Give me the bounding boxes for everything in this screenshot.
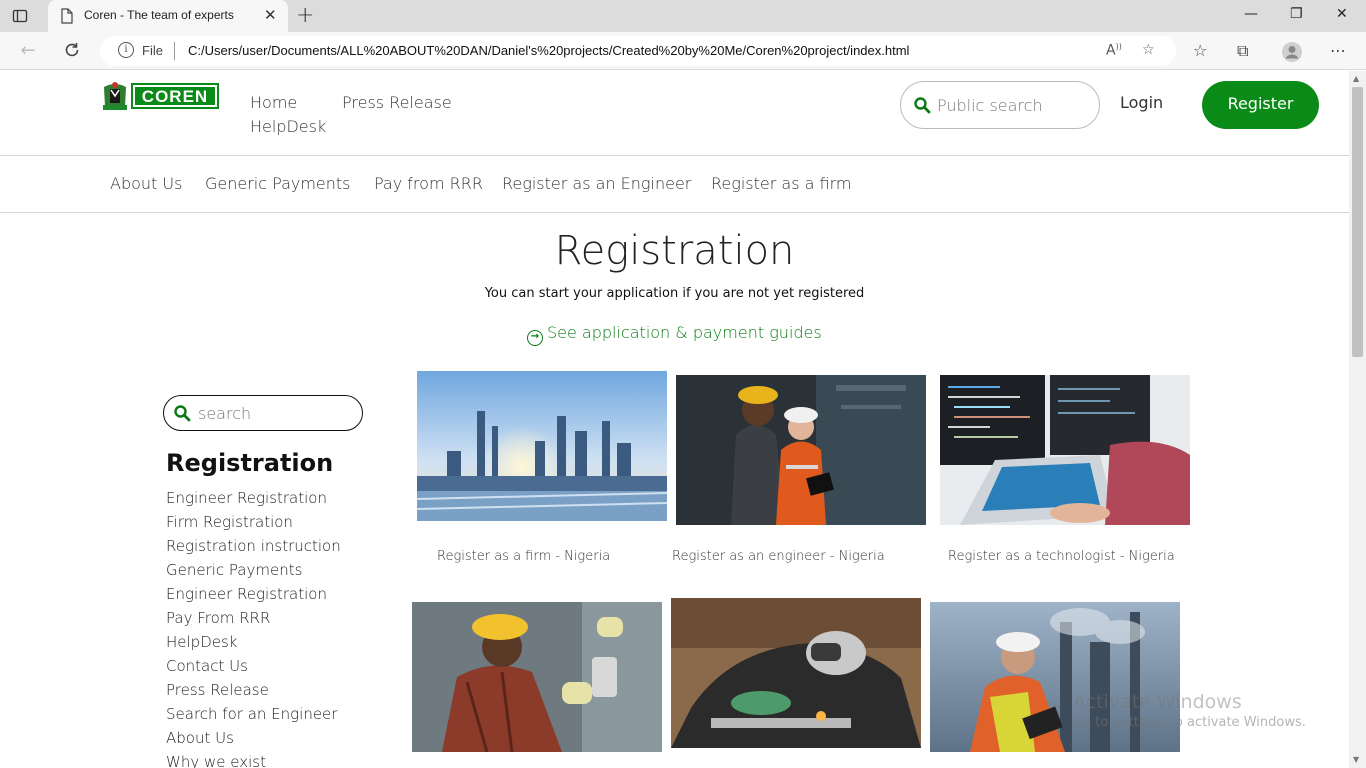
- subnav-divider: [0, 212, 1349, 213]
- browser-tab-bar: Coren - The team of experts ✕ + — ❐ ✕: [0, 0, 1366, 32]
- subnav-generic-payments[interactable]: Generic Payments: [205, 174, 351, 193]
- close-tab-icon[interactable]: ✕: [264, 7, 277, 23]
- electrician-photo[interactable]: [412, 602, 662, 752]
- tab-title: Coren - The team of experts: [84, 8, 234, 22]
- laptop-code-photo[interactable]: [940, 375, 1190, 525]
- sidebar-item-about-us[interactable]: About Us: [166, 729, 341, 753]
- nav-helpdesk[interactable]: HelpDesk: [250, 117, 326, 136]
- svg-text:COREN: COREN: [142, 87, 208, 106]
- card-caption-firm[interactable]: Register as a firm - Nigeria: [437, 549, 610, 564]
- sidebar-item-helpdesk[interactable]: HelpDesk: [166, 633, 341, 657]
- nav-home[interactable]: Home: [250, 93, 297, 112]
- new-tab-icon[interactable]: +: [296, 5, 314, 27]
- search-icon: [173, 404, 191, 426]
- guides-link[interactable]: → See application & payment guides: [527, 323, 822, 346]
- refinery-photo[interactable]: [417, 371, 667, 521]
- windows-activation-hint: Go to Settings to activate Windows.: [1073, 715, 1306, 730]
- scrollbar-thumb[interactable]: [1352, 87, 1363, 357]
- sidebar-item-press-release[interactable]: Press Release: [166, 681, 341, 705]
- subnav-about-us[interactable]: About Us: [110, 174, 182, 193]
- scroll-down-icon[interactable]: ▼: [1353, 755, 1359, 764]
- page-icon: [60, 8, 74, 28]
- subnav-register-engineer[interactable]: Register as an Engineer: [502, 174, 691, 193]
- engineers-factory-photo[interactable]: [676, 375, 926, 525]
- sidebar-title: Registration: [166, 449, 334, 477]
- nav-press-release[interactable]: Press Release: [342, 93, 452, 112]
- back-icon[interactable]: ←: [18, 41, 38, 61]
- sidebar-item-pay-from-rrr[interactable]: Pay From RRR: [166, 609, 341, 633]
- info-icon[interactable]: i: [118, 42, 134, 58]
- browser-toolbar: ← i File C:/Users/user/Documents/ALL%20A…: [0, 32, 1366, 70]
- sidebar-item-engineer-registration[interactable]: Engineer Registration: [166, 489, 341, 513]
- favorites-icon[interactable]: ☆: [1193, 41, 1207, 61]
- minimize-icon[interactable]: —: [1244, 6, 1258, 22]
- refresh-icon[interactable]: [62, 41, 82, 61]
- sidebar-list: Engineer Registration Firm Registration …: [166, 489, 341, 768]
- tab-actions-icon[interactable]: [12, 8, 28, 24]
- sidebar-item-firm-registration[interactable]: Firm Registration: [166, 513, 341, 537]
- web-page: COREN Home Press Release HelpDesk Login …: [0, 71, 1349, 768]
- browser-tab[interactable]: Coren - The team of experts ✕: [48, 0, 288, 32]
- register-button[interactable]: Register: [1202, 81, 1319, 129]
- page-subtitle: You can start your application if you ar…: [484, 286, 865, 301]
- welder-photo[interactable]: [671, 598, 921, 748]
- arrow-circle-right-icon: →: [527, 330, 543, 346]
- read-aloud-icon[interactable]: A)): [1106, 42, 1122, 59]
- address-url[interactable]: C:/Users/user/Documents/ALL%20ABOUT%20DA…: [188, 43, 909, 58]
- header-divider: [0, 155, 1349, 156]
- more-menu-icon[interactable]: ⋯: [1330, 41, 1346, 61]
- card-caption-engineer[interactable]: Register as an engineer - Nigeria: [672, 549, 885, 564]
- coren-logo[interactable]: COREN: [101, 81, 221, 117]
- address-separator: [174, 42, 175, 60]
- profile-avatar[interactable]: [1281, 41, 1303, 68]
- login-link[interactable]: Login: [1120, 93, 1163, 112]
- coat-of-arms-icon: [103, 82, 127, 110]
- guides-link-label: See application & payment guides: [547, 323, 822, 342]
- search-icon: [913, 96, 931, 118]
- sidebar-search-input[interactable]: [198, 402, 348, 424]
- sidebar-search-box: [163, 395, 363, 431]
- page-scrollbar[interactable]: ▲ ▼: [1349, 71, 1366, 768]
- sidebar-item-registration-instruction[interactable]: Registration instruction: [166, 537, 341, 561]
- windows-activation-watermark: Activate Windows: [1073, 691, 1242, 713]
- sidebar-item-contact-us[interactable]: Contact Us: [166, 657, 341, 681]
- address-bar[interactable]: i File C:/Users/user/Documents/ALL%20ABO…: [100, 36, 1176, 66]
- collections-icon[interactable]: ⧉: [1237, 41, 1248, 61]
- page-title: Registration: [554, 228, 795, 274]
- subnav-register-firm[interactable]: Register as a firm: [711, 174, 851, 193]
- sidebar-item-generic-payments[interactable]: Generic Payments: [166, 561, 341, 585]
- subnav-pay-from-rrr[interactable]: Pay from RRR: [374, 174, 483, 193]
- sidebar-item-search-engineer[interactable]: Search for an Engineer: [166, 705, 341, 729]
- sidebar-item-why-we-exist[interactable]: Why we exist: [166, 753, 341, 768]
- public-search-box: [900, 81, 1100, 129]
- close-window-icon[interactable]: ✕: [1336, 6, 1348, 22]
- address-scheme: File: [142, 43, 163, 58]
- scroll-up-icon[interactable]: ▲: [1353, 74, 1359, 83]
- card-caption-technologist[interactable]: Register as a technologist - Nigeria: [948, 549, 1175, 564]
- sidebar-item-engineer-registration-2[interactable]: Engineer Registration: [166, 585, 341, 609]
- add-favorite-icon[interactable]: ☆: [1142, 42, 1155, 58]
- public-search-input[interactable]: [937, 94, 1087, 116]
- restore-icon[interactable]: ❐: [1290, 6, 1303, 22]
